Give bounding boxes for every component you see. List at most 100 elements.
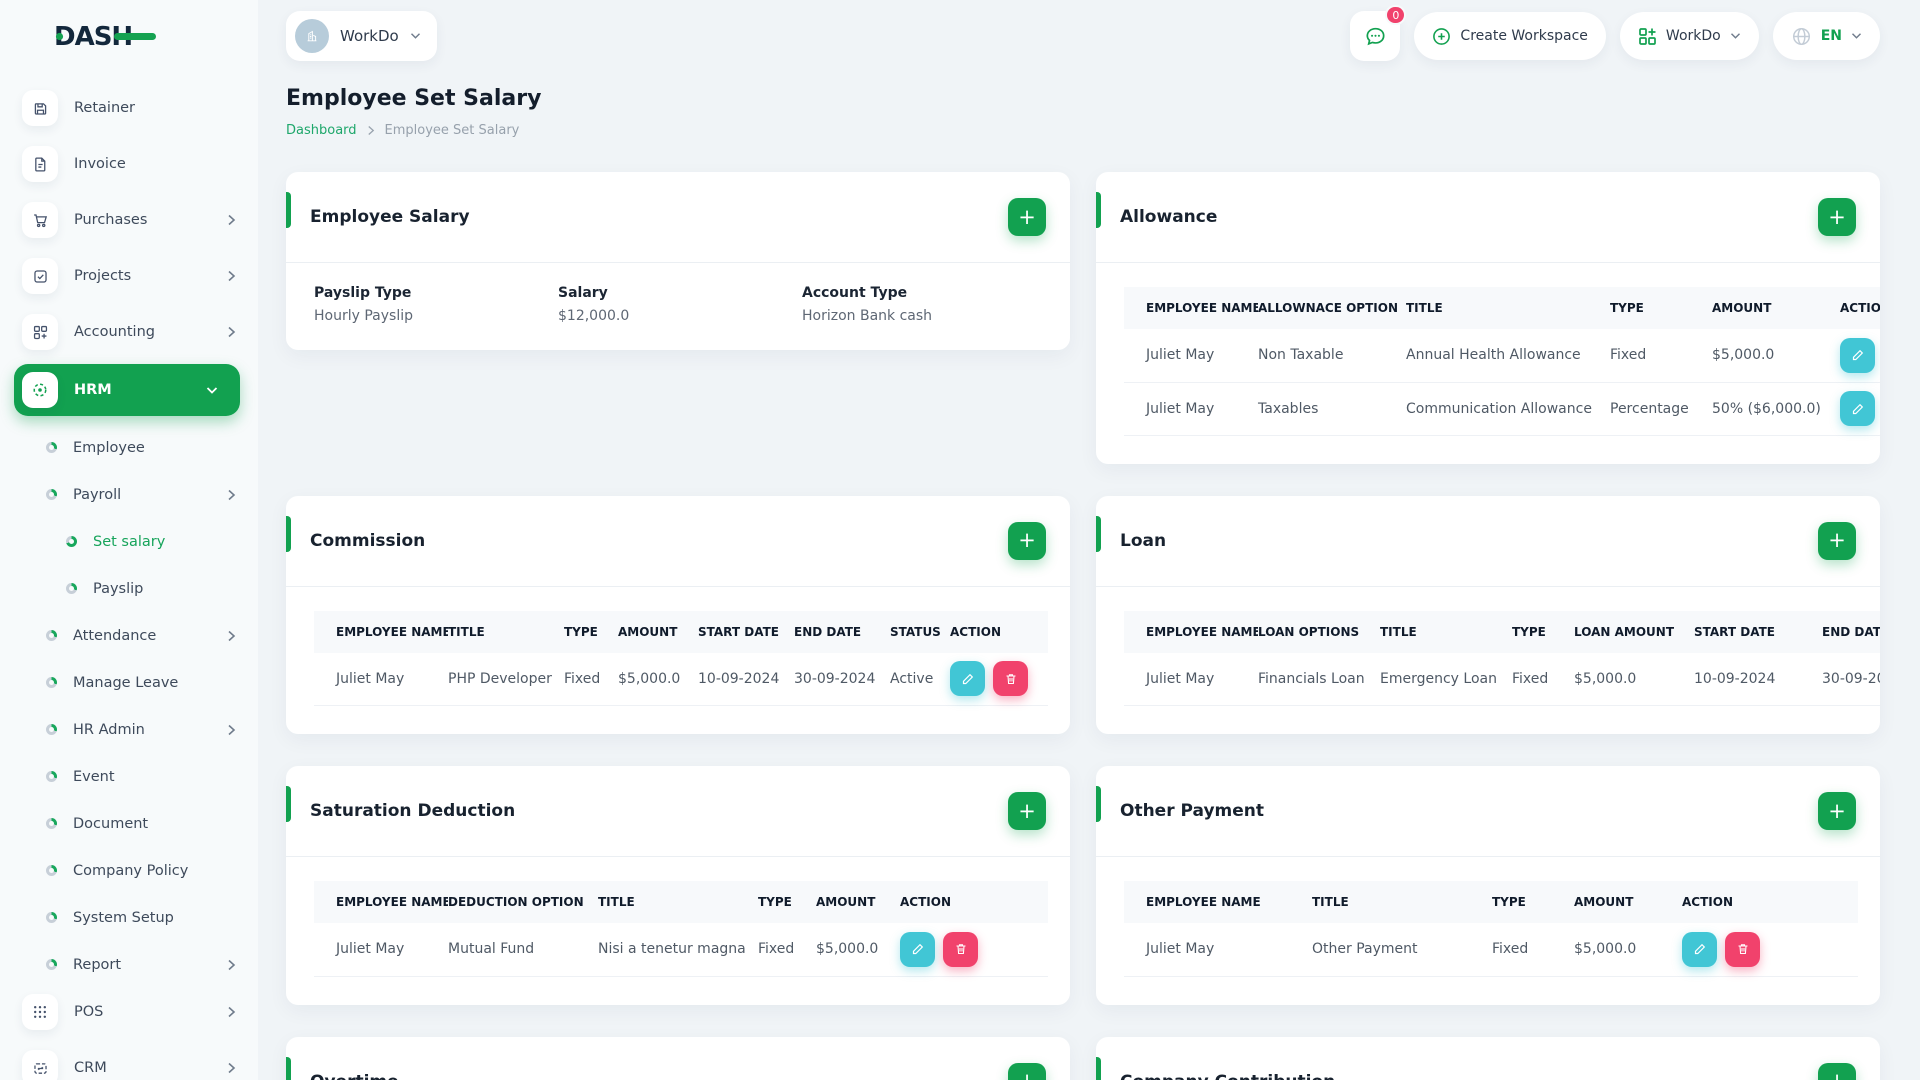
sidebar-item-pos[interactable]: POS bbox=[22, 988, 244, 1036]
delete-button[interactable] bbox=[1725, 931, 1760, 967]
main-area: WorkDo 0 Create Workspace WorkDo EN Empl… bbox=[258, 0, 1920, 1080]
card-header: Commission + bbox=[286, 496, 1070, 587]
sidebar-item-retainer[interactable]: Retainer bbox=[22, 84, 244, 132]
sidebar-item-label: CRM bbox=[74, 1060, 107, 1076]
sidebar-subitem-event[interactable]: Event bbox=[22, 753, 244, 800]
column-header: EMPLOYEE NAME bbox=[1124, 881, 1312, 923]
column-header: ACTION bbox=[900, 881, 1048, 923]
bullet-ring-icon bbox=[46, 489, 57, 500]
card-header: Loan + bbox=[1096, 496, 1880, 587]
cell-employee: Juliet May bbox=[314, 923, 448, 977]
cell-amount: $5,000.0 bbox=[1712, 329, 1840, 383]
cell-title: Other Payment bbox=[1312, 923, 1492, 977]
add-commission-button[interactable]: + bbox=[1008, 521, 1046, 560]
edit-button[interactable] bbox=[900, 931, 935, 967]
topbar-actions: 0 Create Workspace WorkDo EN bbox=[1350, 5, 1880, 61]
allowance-card: Allowance + EMPLOYEE NAME ALLOWNACE OPTI… bbox=[1096, 172, 1880, 464]
column-header: TITLE bbox=[1380, 610, 1512, 653]
card-header: Employee Salary + bbox=[286, 172, 1070, 263]
cell-type: Percentage bbox=[1610, 382, 1712, 436]
delete-button[interactable] bbox=[943, 931, 978, 967]
sidebar-subitem-system-setup[interactable]: System Setup bbox=[22, 894, 244, 941]
sidebar-subitem-set-salary[interactable]: Set salary bbox=[22, 518, 244, 565]
cell-amount: $5,000.0 bbox=[618, 652, 698, 706]
bullet-ring-icon bbox=[66, 536, 77, 547]
allowance-table-wrap: EMPLOYEE NAME ALLOWNACE OPTION TITLE TYP… bbox=[1096, 263, 1880, 464]
sidebar-item-invoice[interactable]: Invoice bbox=[22, 140, 244, 188]
breadcrumb-dashboard-link[interactable]: Dashboard bbox=[286, 123, 357, 138]
add-allowance-button[interactable]: + bbox=[1818, 198, 1856, 236]
create-workspace-label: Create Workspace bbox=[1460, 28, 1588, 44]
sidebar-subitem-document[interactable]: Document bbox=[22, 800, 244, 847]
create-workspace-button[interactable]: Create Workspace bbox=[1414, 12, 1606, 60]
sidebar-item-crm[interactable]: CRM bbox=[22, 1044, 244, 1080]
table-header-row: EMPLOYEE NAME ALLOWNACE OPTION TITLE TYP… bbox=[1124, 287, 1880, 329]
cell-type: Fixed bbox=[1512, 652, 1574, 706]
add-saturation-deduction-button[interactable]: + bbox=[1008, 792, 1046, 830]
subitem-label: Report bbox=[73, 956, 122, 973]
edit-button[interactable] bbox=[1682, 931, 1717, 967]
column-header: DEDUCTION OPTION bbox=[448, 881, 598, 923]
sidebar-item-accounting[interactable]: Accounting bbox=[22, 308, 244, 356]
cell-option: Non Taxable bbox=[1258, 329, 1406, 383]
sidebar-subitem-manage-leave[interactable]: Manage Leave bbox=[22, 659, 244, 706]
edit-button[interactable] bbox=[1840, 337, 1875, 373]
column-header: TYPE bbox=[1492, 881, 1574, 923]
sidebar-subitem-attendance[interactable]: Attendance bbox=[22, 612, 244, 659]
brand-logo[interactable]: DASH bbox=[0, 0, 258, 72]
edit-button[interactable] bbox=[1840, 391, 1875, 426]
add-overtime-button[interactable]: + bbox=[1008, 1062, 1046, 1080]
card-header: Overtime + bbox=[286, 1037, 1070, 1080]
sidebar-item-label: Accounting bbox=[74, 324, 155, 340]
column-header: AMOUNT bbox=[1712, 287, 1840, 329]
sidebar-subitem-employee[interactable]: Employee bbox=[22, 424, 244, 471]
field-value: Hourly Payslip bbox=[314, 308, 413, 324]
language-selector[interactable]: EN bbox=[1772, 12, 1880, 60]
crm-sync-icon bbox=[22, 1050, 58, 1080]
table-row: Juliet May Other Payment Fixed $5,000.0 bbox=[1124, 923, 1858, 977]
sidebar-item-projects[interactable]: Projects bbox=[22, 252, 244, 300]
app-switcher-button[interactable]: WorkDo bbox=[1619, 12, 1759, 60]
cell-title: Communication Allowance bbox=[1406, 382, 1610, 436]
add-other-payment-button[interactable]: + bbox=[1818, 792, 1856, 830]
grid-plus-icon bbox=[1639, 27, 1656, 45]
sidebar-subitem-company-policy[interactable]: Company Policy bbox=[22, 847, 244, 894]
messages-button[interactable]: 0 bbox=[1350, 5, 1407, 61]
card-header: Allowance + bbox=[1096, 172, 1880, 263]
field-account-type: Account Type Horizon Bank cash bbox=[802, 285, 1046, 324]
subitem-label: Payroll bbox=[73, 486, 122, 503]
edit-button[interactable] bbox=[950, 661, 985, 697]
add-employee-salary-button[interactable]: + bbox=[1008, 198, 1046, 236]
cell-end-date: 30-09-2024 bbox=[794, 652, 890, 706]
add-company-contribution-button[interactable]: + bbox=[1818, 1062, 1856, 1080]
field-value: $12,000.0 bbox=[558, 308, 630, 324]
add-loan-button[interactable]: + bbox=[1818, 521, 1856, 560]
column-header: AMOUNT bbox=[618, 610, 698, 653]
language-code: EN bbox=[1820, 28, 1842, 44]
commission-card: Commission + EMPLOYEE NAME TITLE TYPE AM… bbox=[286, 495, 1070, 734]
column-header: TYPE bbox=[1610, 287, 1712, 329]
cell-start-date: 10-09-2024 bbox=[1694, 652, 1822, 706]
sidebar-subitem-payslip[interactable]: Payslip bbox=[22, 565, 244, 612]
field-label: Salary bbox=[558, 285, 608, 301]
bullet-ring-icon bbox=[66, 583, 77, 594]
column-header: TITLE bbox=[1312, 881, 1492, 923]
delete-button[interactable] bbox=[993, 661, 1028, 697]
table-header-row: EMPLOYEE NAME LOAN OPTIONS TITLE TYPE LO… bbox=[1124, 610, 1880, 653]
saturation-deduction-card: Saturation Deduction + EMPLOYEE NAME DED… bbox=[286, 766, 1070, 1005]
dash-logo-icon: DASH bbox=[54, 22, 156, 52]
cell-title: Emergency Loan bbox=[1380, 652, 1512, 706]
salary-fields: Payslip Type Hourly Payslip Salary $12,0… bbox=[286, 263, 1070, 350]
sidebar-item-label: Retainer bbox=[74, 100, 136, 116]
workspace-selector[interactable]: WorkDo bbox=[286, 11, 437, 61]
sidebar-item-hrm[interactable]: HRM bbox=[14, 364, 240, 416]
pencil-icon bbox=[912, 944, 923, 955]
card-header: Saturation Deduction + bbox=[286, 766, 1070, 857]
subitem-label: Company Policy bbox=[73, 862, 189, 879]
sidebar-item-purchases[interactable]: Purchases bbox=[22, 196, 244, 244]
sidebar-subitem-report[interactable]: Report bbox=[22, 941, 244, 988]
sidebar-subitem-hr-admin[interactable]: HR Admin bbox=[22, 706, 244, 753]
sidebar-subitem-payroll[interactable]: Payroll bbox=[22, 471, 244, 518]
cell-employee: Juliet May bbox=[1124, 923, 1312, 977]
cell-amount: $5,000.0 bbox=[816, 923, 900, 977]
